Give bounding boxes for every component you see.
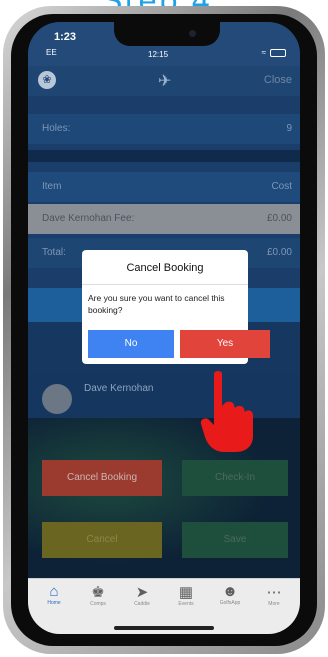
- app-header: ❀ ✈ Close: [28, 66, 300, 96]
- holes-value: 9: [286, 123, 292, 134]
- fee-label: Dave Kernohan Fee:: [42, 213, 135, 224]
- fee-value: £0.00: [266, 213, 292, 224]
- save-button[interactable]: Save: [182, 522, 288, 558]
- tab-comps[interactable]: ♚ Comps: [78, 583, 118, 607]
- golf-logo-icon: ✈: [158, 73, 172, 90]
- member-row[interactable]: Dave Kernohan: [28, 374, 300, 418]
- yes-button[interactable]: Yes: [180, 330, 270, 358]
- fee-row: Dave Kernohan Fee: £0.00: [28, 204, 300, 234]
- cancel-booking-dialog: Cancel Booking Are you sure you want to …: [82, 250, 270, 364]
- cancel-button[interactable]: Cancel: [42, 522, 162, 558]
- tab-home[interactable]: ⌂ Home: [34, 583, 74, 606]
- dialog-title: Cancel Booking: [126, 262, 204, 274]
- item-header: Item: [42, 181, 62, 192]
- member-name: Dave Kernohan: [84, 383, 154, 394]
- more-dots-icon: ⋯: [266, 584, 282, 601]
- club-logo-icon[interactable]: ❀: [38, 71, 56, 89]
- home-icon: ⌂: [49, 583, 59, 600]
- pointing-hand-icon: [200, 371, 253, 452]
- total-label: Total:: [42, 247, 66, 258]
- phone-notch: [114, 22, 220, 46]
- check-in-button[interactable]: Check-In: [182, 460, 288, 496]
- wifi-icon: ≈: [261, 48, 266, 57]
- inner-status-time: 12:15: [148, 50, 169, 59]
- divider: [28, 150, 300, 162]
- tab-more[interactable]: ⋯ More: [254, 583, 294, 607]
- trophy-icon: ♚: [91, 584, 105, 601]
- status-time: 1:23: [54, 31, 77, 43]
- close-button[interactable]: Close: [264, 74, 292, 86]
- calendar-icon: ▦: [178, 584, 194, 601]
- tab-caddie[interactable]: ➤ Caddie: [122, 583, 162, 607]
- avatar: [42, 384, 72, 414]
- holes-label: Holes:: [42, 123, 71, 134]
- battery-icon: [270, 49, 286, 57]
- people-icon: ☻: [222, 583, 238, 600]
- carrier-label: EE: [46, 48, 57, 57]
- item-header-row: Item Cost: [28, 172, 300, 202]
- total-value: £0.00: [266, 247, 292, 258]
- tab-events[interactable]: ▦ Events: [166, 583, 206, 607]
- cost-header: Cost: [271, 181, 292, 192]
- dialog-message: Are you sure you want to cancel this boo…: [88, 293, 225, 315]
- cancel-booking-button[interactable]: Cancel Booking: [42, 460, 162, 496]
- navigation-arrow-icon: ➤: [135, 584, 149, 601]
- home-indicator: [114, 626, 214, 630]
- app-screen: 1:23 EE 12:15 ≈ ❀ ✈ Close Holes: 9 Item …: [28, 22, 300, 634]
- dialog-divider: [82, 284, 248, 285]
- holes-row: Holes: 9: [28, 114, 300, 144]
- tab-golfsapp[interactable]: ☻ GolfsApp: [210, 583, 250, 606]
- no-button[interactable]: No: [88, 330, 174, 358]
